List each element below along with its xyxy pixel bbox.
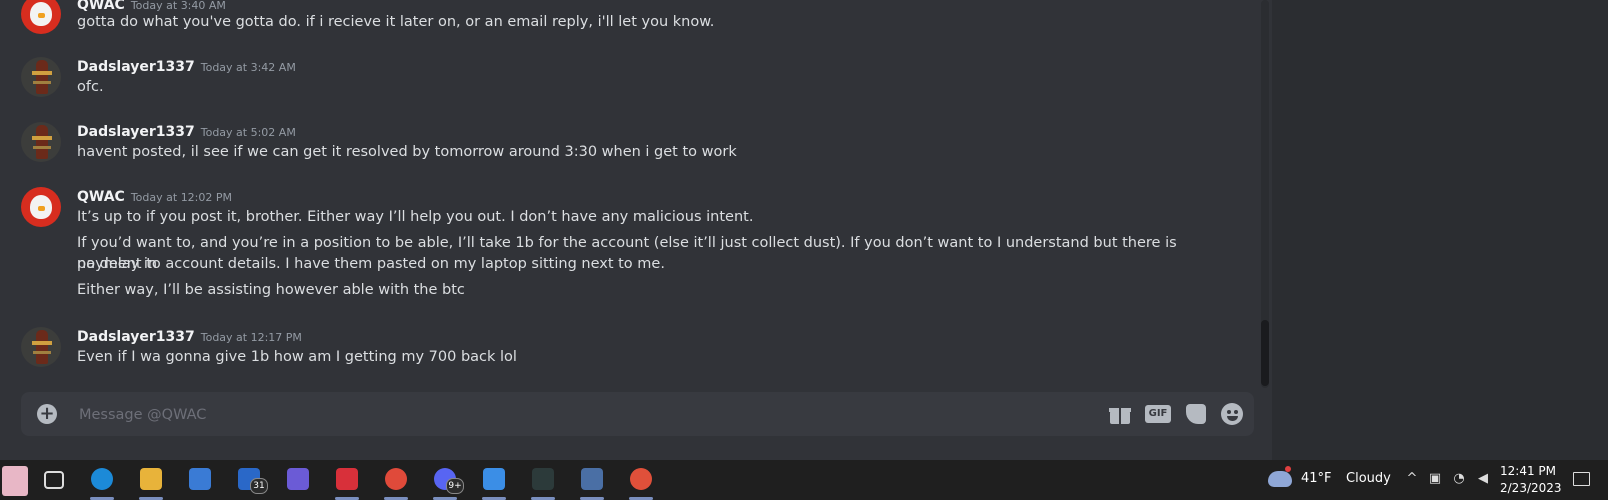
emoji-icon[interactable] (1221, 403, 1245, 425)
taskbar-file-explorer-button[interactable] (129, 460, 173, 500)
message-text: havent posted, il see if we can get it r… (77, 144, 737, 160)
message-text: It’s up to if you post it, brother. Eith… (77, 209, 754, 225)
message-text: Either way, I’ll be assisting however ab… (77, 282, 465, 298)
taskbar-runelite-button[interactable] (521, 460, 565, 500)
start-button[interactable] (0, 460, 30, 500)
message-composer: + GIF (21, 392, 1254, 438)
gif-button[interactable]: GIF (1145, 403, 1171, 425)
avatar[interactable] (21, 327, 61, 367)
expressvpn-icon (336, 468, 358, 490)
scrollbar-thumb[interactable] (1261, 320, 1269, 386)
cloud-icon (1268, 471, 1292, 487)
message-author[interactable]: Dadslayer1337 (77, 329, 195, 345)
volume-icon[interactable]: ◀ (1474, 470, 1492, 488)
message-text: gotta do what you've gotta do. if i reci… (77, 14, 715, 30)
message-author[interactable]: Dadslayer1337 (77, 59, 195, 75)
message-author[interactable]: QWAC (77, 189, 125, 205)
mail-badge: 31 (250, 478, 268, 494)
taskbar-mail-button[interactable]: 31 (227, 460, 271, 500)
message-author[interactable]: Dadslayer1337 (77, 124, 195, 140)
sticker-icon[interactable] (1184, 403, 1208, 425)
notification-icon[interactable] (1572, 470, 1590, 488)
photos-icon (483, 468, 505, 490)
weather-temperature: 41°F (1301, 471, 1332, 486)
weather-alert-dot (1285, 466, 1291, 472)
runelite-icon (532, 468, 554, 490)
taskbar-calculator-button[interactable] (570, 460, 614, 500)
calculator-icon (581, 468, 603, 490)
taskbar-microsoft-store-button[interactable] (178, 460, 222, 500)
wifi-icon[interactable]: ◔ (1450, 470, 1468, 488)
taskbar: 31 9+ 41°F Cloudy ^ ▣ ◔ ◀ 12:41 PM 2/23/2… (0, 460, 1608, 500)
message-timestamp: Today at 3:40 AM (130, 0, 226, 12)
chrome-icon (385, 468, 407, 490)
taskbar-task-view-button[interactable] (31, 460, 75, 500)
message-timestamp: Today at 5:02 AM (200, 126, 296, 139)
attach-plus-icon[interactable]: + (37, 404, 57, 424)
avatar[interactable] (21, 187, 61, 227)
taskbar-expressvpn-button[interactable] (325, 460, 369, 500)
edge-canary-icon (630, 468, 652, 490)
chat-area: QWAC Today at 3:40 AM gotta do what you'v… (0, 0, 1272, 460)
taskbar-edge-canary-button[interactable] (619, 460, 663, 500)
right-panel (1272, 0, 1608, 460)
edge-icon (91, 468, 113, 490)
message-text: ofc. (77, 79, 104, 95)
start-icon (2, 466, 28, 496)
taskbar-discord-button[interactable]: 9+ (423, 460, 467, 500)
task-view-icon (44, 471, 64, 489)
avatar[interactable] (21, 0, 61, 34)
clock-date[interactable]: 2/23/2023 (1500, 481, 1562, 495)
microsoft-store-icon (189, 468, 211, 490)
taskbar-photos-button[interactable] (472, 460, 516, 500)
weather-condition: Cloudy (1346, 471, 1391, 486)
avatar[interactable] (21, 57, 61, 97)
chevron-up-icon[interactable]: ^ (1403, 470, 1421, 488)
gift-icon[interactable] (1108, 403, 1132, 425)
taskbar-chrome-button[interactable] (374, 460, 418, 500)
message-text: payment to account details. I have them … (77, 256, 665, 272)
message-input[interactable] (77, 392, 1081, 438)
meet-now-icon[interactable]: ▣ (1426, 470, 1444, 488)
file-explorer-icon (140, 468, 162, 490)
avatar[interactable] (21, 122, 61, 162)
taskbar-copilot-button[interactable] (276, 460, 320, 500)
message-timestamp: Today at 12:02 PM (130, 191, 233, 204)
message-timestamp: Today at 3:42 AM (200, 61, 296, 74)
taskbar-edge-button[interactable] (80, 460, 124, 500)
message-timestamp: Today at 12:17 PM (200, 331, 302, 344)
clock-time[interactable]: 12:41 PM (1500, 464, 1556, 478)
chat-scrollbar[interactable] (1261, 0, 1269, 388)
gif-label: GIF (1145, 405, 1171, 423)
copilot-icon (287, 468, 309, 490)
discord-badge: 9+ (446, 478, 464, 494)
message-text: Even if I wa gonna give 1b how am I gett… (77, 349, 517, 365)
